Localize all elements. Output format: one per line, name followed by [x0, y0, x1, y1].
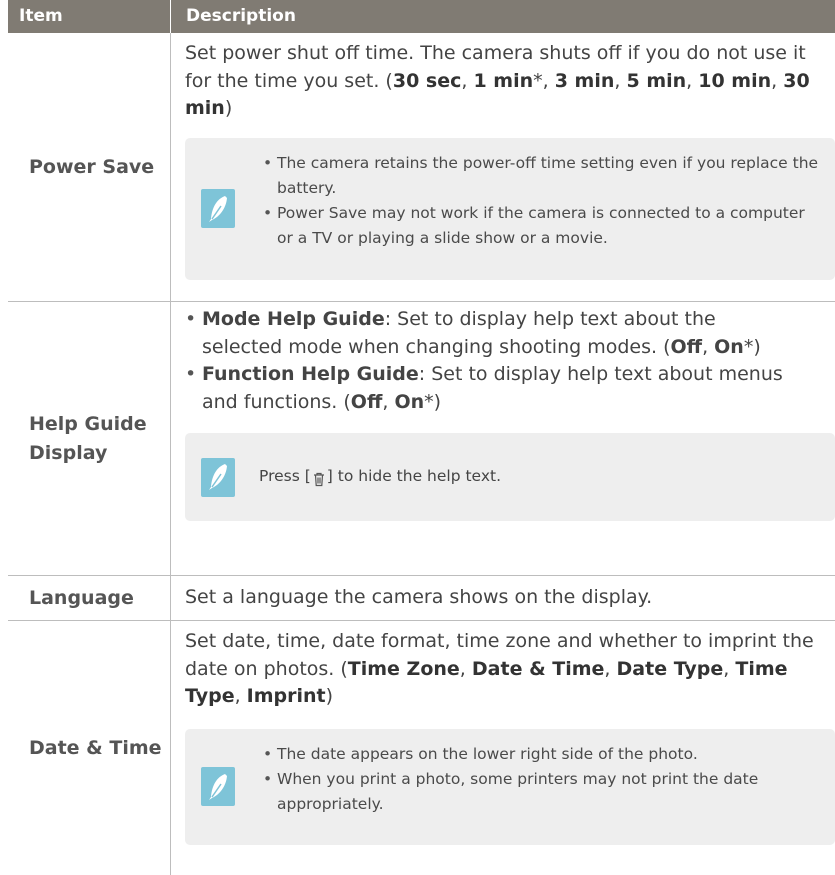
header-description: Description: [170, 0, 835, 33]
list-item: When you print a photo, some printers ma…: [262, 767, 825, 817]
note-icon: [185, 138, 251, 280]
option: 10 min: [698, 69, 772, 92]
note-list: The camera retains the power-off time se…: [251, 138, 835, 280]
language-text: Set a language the camera shows on the d…: [185, 586, 653, 609]
table-header: Item Description: [8, 0, 835, 33]
item-language: Language: [29, 586, 134, 609]
note-icon: [185, 433, 251, 521]
item-power-save: Power Save: [29, 155, 155, 178]
help-guide-list: Mode Help Guide: Set to display help tex…: [185, 302, 835, 416]
option: 5 min: [626, 69, 687, 92]
desc-power-save: Set power shut off time. The camera shut…: [170, 33, 835, 301]
desc-language: Set a language the camera shows on the d…: [170, 576, 835, 620]
trash-icon: [312, 469, 326, 487]
option: 3 min: [554, 69, 615, 92]
pen-nib-icon: [201, 457, 235, 497]
list-item: The camera retains the power-off time se…: [262, 151, 825, 201]
pen-nib-icon: [201, 189, 235, 228]
table-row-language: Language Set a language the camera shows…: [8, 576, 835, 621]
note-box: The date appears on the lower right side…: [185, 728, 835, 845]
option: 1 min: [473, 69, 534, 92]
header-item: Item: [19, 6, 63, 26]
list-item: The date appears on the lower right side…: [262, 742, 825, 767]
table-row-help-guide: Help Guide Display Mode Help Guide: Set …: [8, 302, 835, 576]
note-text: Press [ ] to hide the help text.: [259, 467, 501, 487]
item-date-time: Date & Time: [29, 736, 162, 759]
note-icon: [185, 729, 251, 845]
item-help-guide: Help Guide Display: [29, 412, 147, 464]
pen-nib-icon: [201, 767, 235, 806]
option: Date & Time: [471, 657, 605, 680]
list-item: Mode Help Guide: Set to display help tex…: [185, 306, 795, 361]
note-list: The date appears on the lower right side…: [251, 729, 835, 845]
settings-table: Item Description Power Save Set power sh…: [8, 0, 835, 875]
desc-help-guide: Mode Help Guide: Set to display help tex…: [170, 302, 835, 575]
option: Imprint: [246, 685, 326, 707]
desc-date-time: Set date, time, date format, time zone a…: [170, 621, 835, 875]
option: 30 sec: [392, 69, 462, 92]
note-box: The camera retains the power-off time se…: [185, 137, 835, 280]
table-row-date-time: Date & Time Set date, time, date format,…: [8, 621, 835, 875]
list-item: Power Save may not work if the camera is…: [262, 201, 825, 251]
note-box: Press [ ] to hide the help text.: [185, 433, 835, 521]
list-item: Function Help Guide: Set to display help…: [185, 361, 795, 416]
table-row-power-save: Power Save Set power shut off time. The …: [8, 33, 835, 302]
option: Date Type: [616, 657, 724, 680]
option: Time Zone: [347, 657, 460, 680]
